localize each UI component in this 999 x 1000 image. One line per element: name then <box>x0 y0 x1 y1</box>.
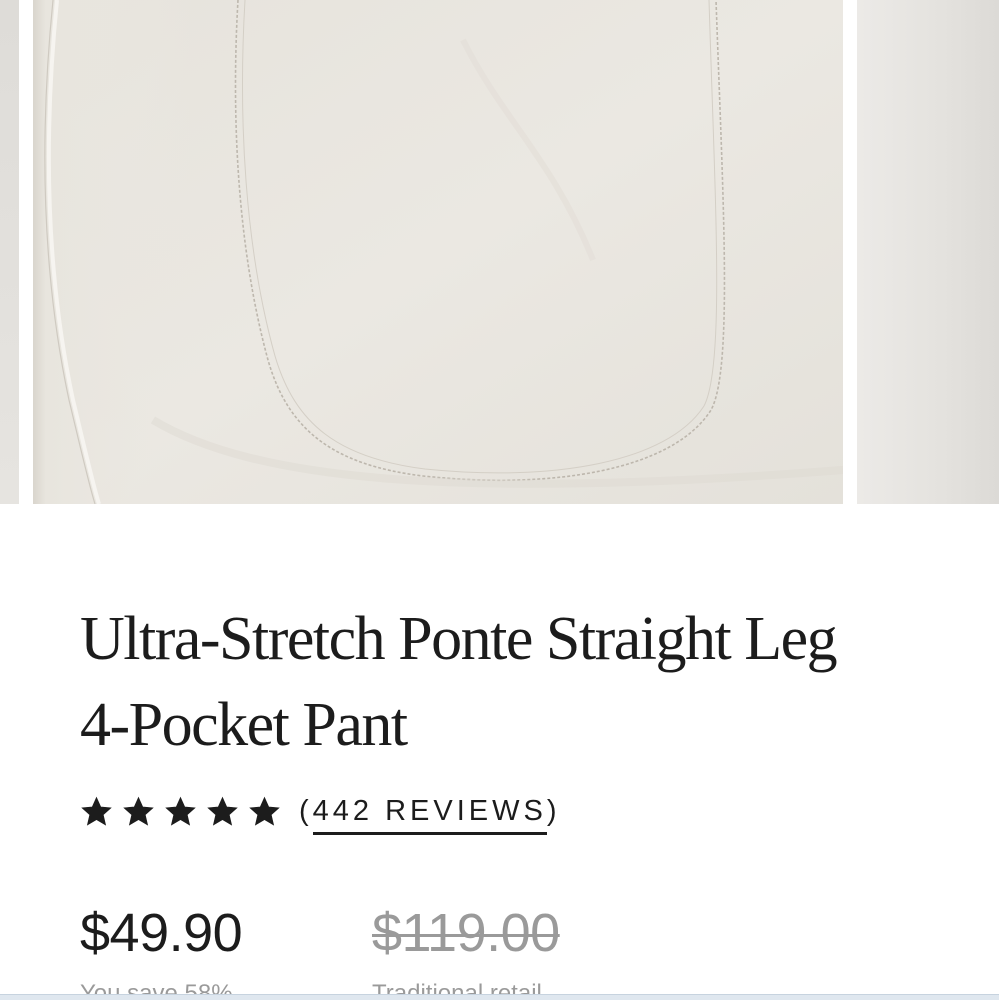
star-icon <box>165 796 196 826</box>
reviews-open-paren: ( <box>299 794 313 827</box>
product-image[interactable] <box>33 0 843 504</box>
product-title-line-2: 4-Pocket Pant <box>80 691 408 759</box>
product-title-line-1: Ultra-Stretch Ponte Straight Leg <box>80 605 838 673</box>
original-price: $119.00 <box>372 903 560 963</box>
carousel-next-slide[interactable] <box>857 0 999 504</box>
reviews-count-label: 442 REVIEWS <box>312 795 547 835</box>
product-title: Ultra-Stretch Ponte Straight Leg 4-Pocke… <box>80 596 940 768</box>
rating-row: ( 442 REVIEWS ) <box>80 786 561 836</box>
product-photo-back-pocket <box>33 0 843 504</box>
star-icon <box>207 796 238 826</box>
reviews-close-paren: ) <box>546 794 561 827</box>
reviews-link[interactable]: ( 442 REVIEWS ) <box>299 787 561 835</box>
product-image-carousel[interactable] <box>0 0 999 505</box>
star-rating <box>80 795 281 828</box>
carousel-previous-slide[interactable] <box>0 0 19 504</box>
star-icon <box>123 796 154 826</box>
current-price: $49.90 <box>80 903 243 963</box>
bottom-bar <box>0 994 999 1000</box>
star-icon <box>249 796 280 826</box>
star-icon <box>81 796 112 826</box>
